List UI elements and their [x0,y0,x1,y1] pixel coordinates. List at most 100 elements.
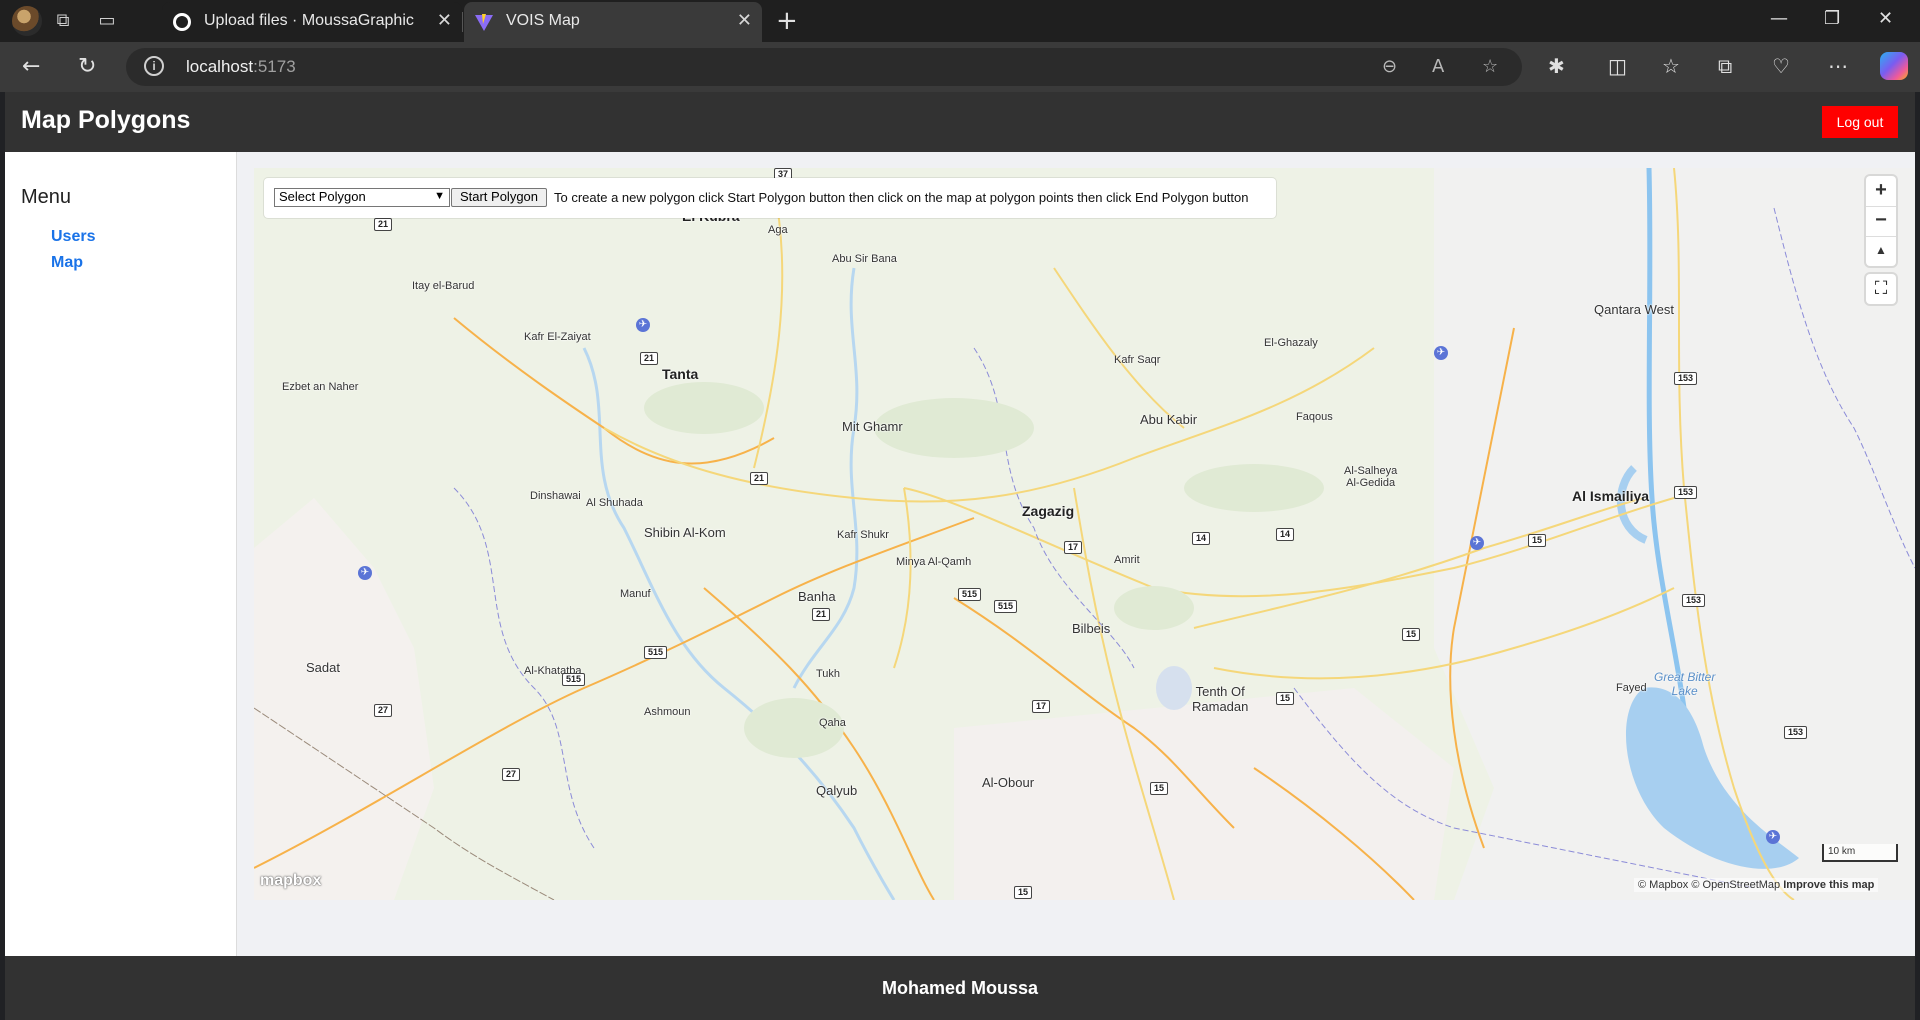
compass-icon[interactable]: ▲ [1866,236,1896,265]
map-label: Kafr El-Zaiyat [524,331,591,343]
road-shield: 153 [1674,372,1698,385]
browser-essentials-icon[interactable]: ♡ [1772,54,1790,78]
zoom-icon[interactable]: ⊖ [1382,56,1397,77]
back-icon[interactable]: ← [22,54,40,79]
map-label: El-Ghazaly [1264,337,1318,349]
new-tab-button[interactable]: + [776,6,798,36]
sidebar: Menu Users Map [5,152,237,956]
map-label: Amrit [1114,554,1140,566]
more-menu-icon[interactable]: ⋯ [1828,54,1848,78]
airport-icon: ✈ [636,318,650,332]
road-shield: 14 [1276,528,1295,541]
read-aloud-icon[interactable]: A [1432,56,1444,77]
map-label: Great Bitter Lake [1654,670,1716,698]
mapbox-logo[interactable]: mapbox [260,872,321,890]
road-shield: 515 [994,600,1018,613]
road-shield: 21 [812,608,831,621]
footer-author: Mohamed Moussa [881,978,1039,998]
map-label: Dinshawai [530,490,581,502]
close-tab-icon[interactable]: ✕ [737,10,752,31]
map-label: Al Shuhada [586,497,643,509]
site-info-icon[interactable]: i [144,56,164,76]
map-label: Qantara West [1594,302,1674,317]
reload-icon[interactable]: ↻ [78,54,96,79]
close-window-icon[interactable]: ✕ [1878,8,1893,29]
collections-icon[interactable]: ⧉ [1718,54,1732,78]
browser-tab-bar: ⧉ ▭ Upload files · MoussaGraphicsPro ✕ V… [0,0,1920,42]
map-label: Al Ismailiya [1572,488,1650,504]
road-shield: 21 [640,352,659,365]
tab-upload-files[interactable]: Upload files · MoussaGraphicsPro ✕ [162,2,462,42]
map-label: Ezbet an Naher [282,381,359,393]
map-label: Abu Sir Bana [832,253,897,265]
polygon-instructions: To create a new polygon click Start Poly… [554,190,1249,205]
road-shield: 21 [374,218,393,231]
map-attribution: © Mapbox © OpenStreetMap Improve this ma… [1634,878,1879,892]
map-label: Tenth Of Ramadan [1192,684,1249,714]
road-shield: 15 [1150,782,1169,795]
browser-toolbar: ← ↻ i localhost:5173 ⊖ A ☆ ✱ ◫ ☆ ⧉ ♡ ⋯ [0,42,1920,92]
map-label: Tanta [662,366,699,382]
attribution-text[interactable]: © Mapbox © OpenStreetMap [1638,879,1780,891]
map-label: Fayed [1616,682,1647,694]
menu-title: Menu [21,186,72,208]
sidebar-item-users[interactable]: Users [51,228,95,246]
map-navigation-control: + − ▲ [1866,176,1896,266]
map-label: Aga [768,224,788,236]
tab-title: VOIS Map [506,12,580,29]
airport-icon: ✈ [1434,346,1448,360]
favorite-star-icon[interactable]: ☆ [1482,56,1498,77]
polygon-control-panel: Select Polygon ▼ Start Polygon To create… [264,178,1276,218]
split-screen-icon[interactable]: ◫ [1608,54,1627,78]
map-label: Mit Ghamr [842,419,903,434]
map-basemap [254,168,1915,900]
map-label: Minya Al-Qamh [896,556,972,568]
road-shield: 15 [1528,534,1547,547]
minimize-icon[interactable]: — [1770,8,1788,29]
road-shield: 153 [1784,726,1808,739]
tab-title: Upload files · MoussaGraphicsPro [204,12,414,29]
profile-avatar-icon[interactable] [12,6,42,36]
sidebar-item-map[interactable]: Map [51,254,83,272]
improve-map-link[interactable]: Improve this map [1783,879,1874,891]
vertical-tabs-icon[interactable]: ▭ [94,8,120,34]
fullscreen-icon[interactable]: ⛶ [1866,274,1896,304]
logout-button[interactable]: Log out [1822,106,1898,138]
zoom-in-button[interactable]: + [1866,176,1896,205]
airport-icon: ✈ [1470,536,1484,550]
polygon-select[interactable]: Select Polygon ▼ [274,188,450,207]
workspaces-icon[interactable]: ⧉ [50,8,76,34]
road-shield: 153 [1682,594,1706,607]
zoom-out-button[interactable]: − [1866,206,1896,235]
map-label: Abu Kabir [1140,412,1198,427]
tab-separator [462,12,463,32]
scale-bar: 10 km [1822,844,1898,862]
favorites-icon[interactable]: ☆ [1662,54,1680,78]
road-shield: 27 [374,704,393,717]
url-text: localhost:5173 [186,57,296,76]
tab-vois-map[interactable]: VOIS Map ✕ [464,2,762,42]
map-label: Tukh [816,668,841,680]
road-shield: 153 [1674,486,1698,499]
road-shield: 21 [750,472,769,485]
map-label: Qaha [819,717,846,729]
close-tab-icon[interactable]: ✕ [437,10,452,31]
road-shield: 27 [502,768,521,781]
map-label: Zagazig [1022,503,1075,519]
address-bar[interactable]: i localhost:5173 ⊖ A ☆ [126,48,1522,86]
map-label: Kafr Shukr [837,529,889,541]
airport-icon: ✈ [358,566,372,580]
restore-icon[interactable]: ❐ [1824,8,1840,29]
road-shield: 14 [1192,532,1211,545]
extensions-icon[interactable]: ✱ [1548,54,1565,78]
app-header: Map Polygons Log out [5,92,1915,152]
map-label: Faqous [1296,411,1333,423]
map-canvas[interactable]: El Kubra Aga Abu Sir Bana Itay el-Barud … [254,168,1915,900]
start-polygon-button[interactable]: Start Polygon [451,188,547,207]
map-label: Sadat [306,660,340,675]
copilot-icon[interactable] [1880,52,1908,80]
page-title: Map Polygons [21,106,191,134]
map-label: Kafr Saqr [1114,354,1161,366]
chevron-down-icon: ▼ [434,190,445,202]
road-shield: 17 [1064,541,1083,554]
